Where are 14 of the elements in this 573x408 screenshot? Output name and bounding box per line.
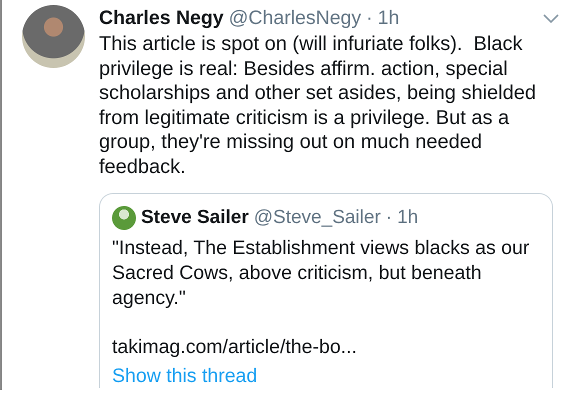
author-name[interactable]: Charles Negy: [99, 7, 224, 30]
quoted-tweet-card[interactable]: Steve Sailer @Steve_Sailer · 1h "Instead, The Establishment views blacks as our Sacred Cows, above criticism, but beneath agency." takimag.com/article/the-bo... Show this thread: [99, 193, 553, 388]
tweet-text: This article is spot on (will infuriate folks). Black privilege is real: Besides affirm. action, special scholarships and other set asides, being shielded from legitimate criticism is a privilege. But as a group, they're missing out on much needed feedback.: [99, 32, 537, 179]
author-handle: @Steve_Sailer: [254, 207, 381, 229]
avatar: [112, 206, 136, 230]
timestamp[interactable]: 1h: [378, 7, 400, 30]
article-link[interactable]: takimag.com/article/the-bo...: [112, 336, 540, 359]
dot-separator: ·: [386, 207, 392, 229]
quoted-text: "Instead, The Establishment views blacks as our Sacred Cows, above criticism, but beneath agency.": [112, 236, 530, 311]
chevron-down-icon[interactable]: [543, 14, 559, 24]
dot-separator: ·: [366, 7, 373, 30]
timestamp: 1h: [397, 207, 418, 229]
author-handle[interactable]: @CharlesNegy: [228, 7, 362, 30]
author-name: Steve Sailer: [141, 207, 249, 229]
